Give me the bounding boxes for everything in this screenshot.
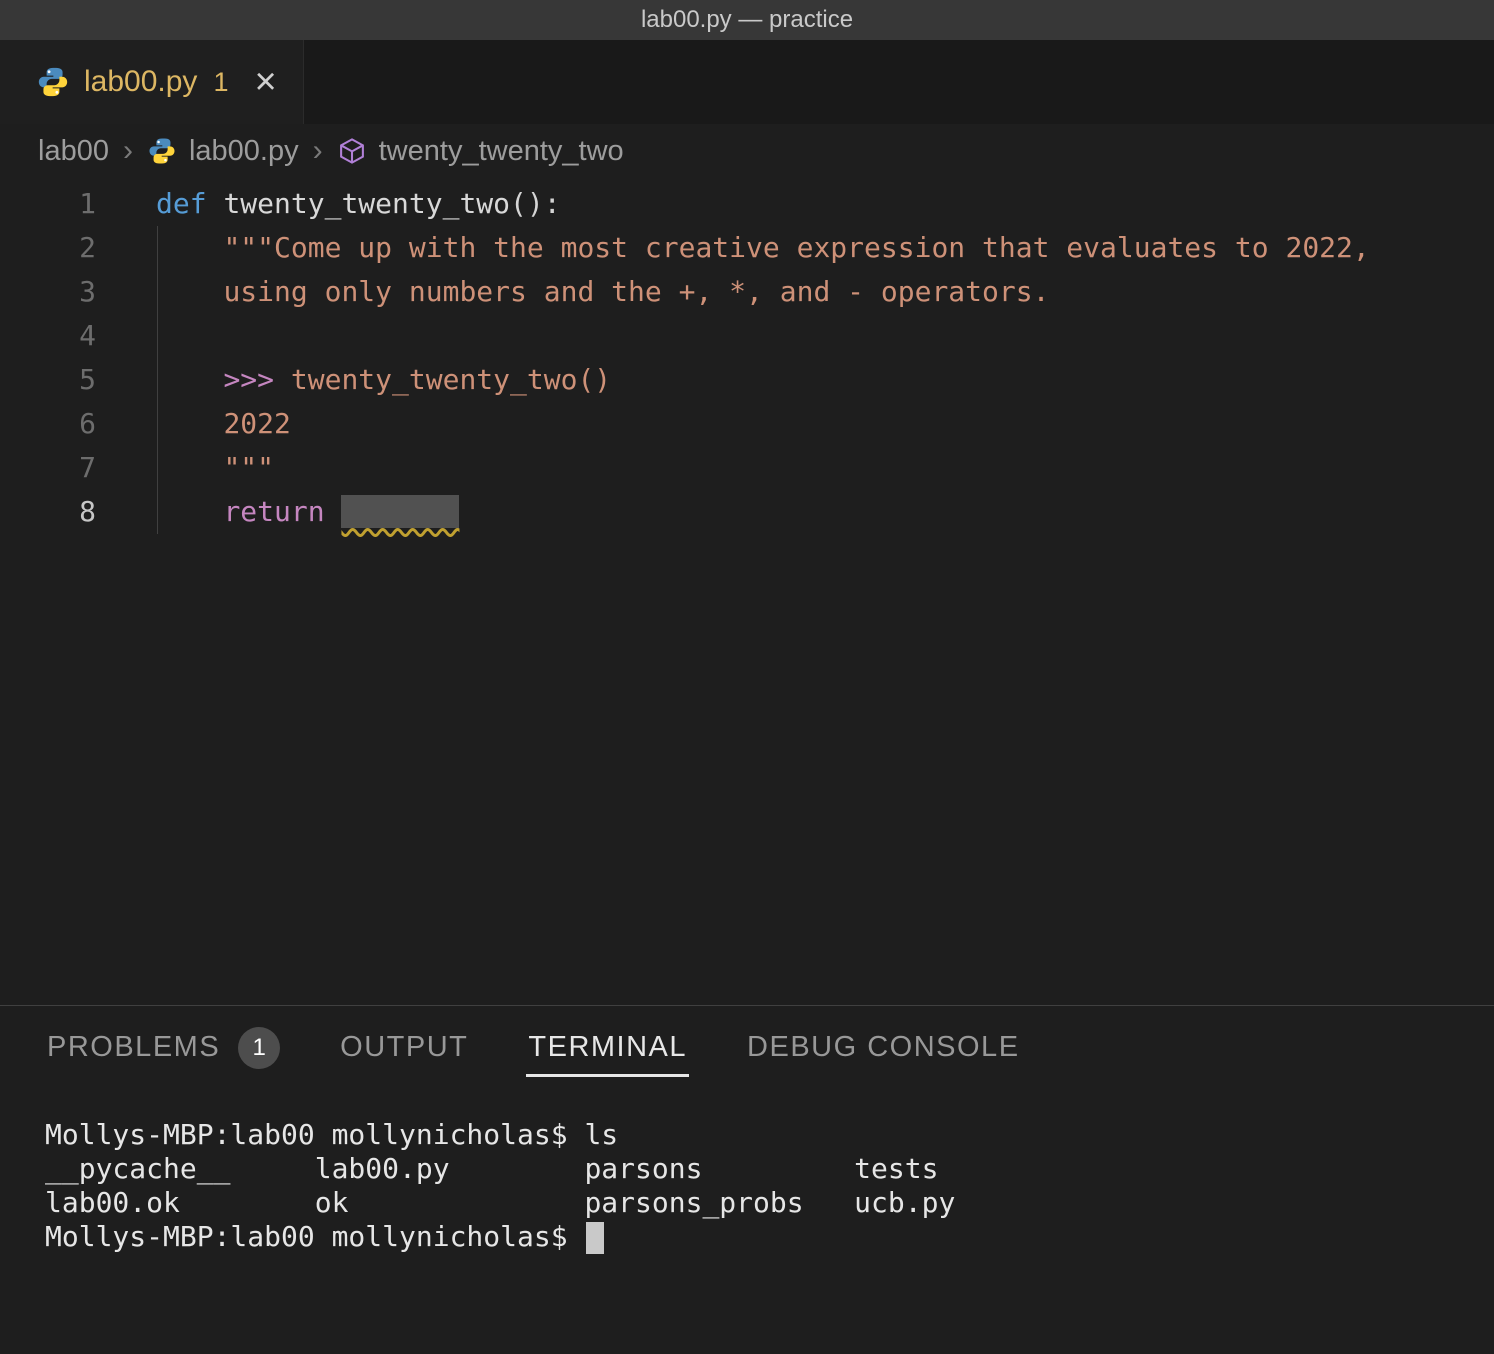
code-token: twenty_twenty_two() [291, 363, 611, 396]
code-line[interactable]: def twenty_twenty_two(): [156, 182, 1494, 226]
line-number: 5 [0, 358, 96, 402]
line-number: 3 [0, 270, 96, 314]
code-token [156, 407, 223, 440]
selection-placeholder [341, 495, 459, 528]
breadcrumb-folder[interactable]: lab00 [38, 135, 109, 168]
code-line[interactable]: >>> twenty_twenty_two() [156, 358, 1494, 402]
breadcrumb: lab00 › lab00.py › twenty_twenty_two [0, 124, 1494, 178]
terminal-line: Mollys-MBP:lab00 mollynicholas$ ls [45, 1118, 1494, 1152]
code-token [325, 495, 342, 528]
editor[interactable]: 12345678 def twenty_twenty_two(): """Com… [0, 178, 1494, 1005]
tab-lab00py[interactable]: lab00.py 1 × [0, 40, 304, 124]
titlebar: lab00.py — practice [0, 0, 1494, 40]
line-number: 6 [0, 402, 96, 446]
terminal-cursor [586, 1222, 604, 1254]
vscode-window: lab00.py — practice lab00.py 1 × lab00 › [0, 0, 1494, 1354]
line-number: 8 [0, 490, 96, 534]
code-token [156, 495, 223, 528]
code-line[interactable]: """ [156, 446, 1494, 490]
breadcrumb-symbol[interactable]: twenty_twenty_two [379, 135, 624, 168]
line-number-gutter[interactable]: 12345678 [0, 182, 96, 1005]
terminal-line: __pycache__ lab00.py parsons tests [45, 1152, 1494, 1186]
panel-tab-label: TERMINAL [528, 1031, 687, 1064]
line-number: 1 [0, 182, 96, 226]
bottom-panel: PROBLEMS 1 OUTPUT TERMINAL DEBUG CONSOLE Mol… [0, 1005, 1494, 1354]
code-token: return [223, 495, 324, 528]
panel-tab-label: OUTPUT [340, 1031, 468, 1064]
code-token [156, 275, 223, 308]
tab-filename: lab00.py [84, 65, 197, 99]
chevron-right-icon: › [121, 134, 135, 168]
line-number: 7 [0, 446, 96, 490]
close-icon[interactable]: × [254, 63, 276, 101]
code-line[interactable]: using only numbers and the +, *, and - o… [156, 270, 1494, 314]
code-token: """ [223, 451, 274, 484]
panel-tab-terminal[interactable]: TERMINAL [526, 1015, 689, 1077]
panel-tab-label: DEBUG CONSOLE [747, 1031, 1020, 1064]
code-line[interactable]: """Come up with the most creative expres… [156, 226, 1494, 270]
code-line[interactable]: 2022 [156, 402, 1494, 446]
code-line[interactable] [156, 314, 1494, 358]
tab-problems-badge: 1 [213, 67, 228, 98]
panel-tab-debug-console[interactable]: DEBUG CONSOLE [745, 1015, 1022, 1077]
problems-count-badge: 1 [238, 1027, 280, 1069]
window-title: lab00.py — practice [641, 6, 853, 34]
terminal-line: Mollys-MBP:lab00 mollynicholas$ [45, 1220, 1494, 1254]
indent-guide [157, 226, 158, 534]
code-token: twenty_twenty_two [223, 187, 510, 220]
code-token [156, 363, 223, 396]
terminal-output[interactable]: Mollys-MBP:lab00 mollynicholas$ ls__pyca… [45, 1118, 1494, 1254]
panel-tab-label: PROBLEMS [47, 1031, 220, 1064]
symbol-function-icon [337, 136, 367, 166]
code-token: using only numbers and the +, *, and - o… [223, 275, 1049, 308]
line-number: 4 [0, 314, 96, 358]
line-number: 2 [0, 226, 96, 270]
code-token: 2022 [223, 407, 290, 440]
code-token [207, 187, 224, 220]
chevron-right-icon: › [311, 134, 325, 168]
code-token: >>> [223, 363, 274, 396]
tab-bar: lab00.py 1 × [0, 40, 1494, 124]
code-line[interactable]: return [156, 490, 1494, 534]
code-token [274, 363, 291, 396]
code-token [156, 451, 223, 484]
panel-tab-bar: PROBLEMS 1 OUTPUT TERMINAL DEBUG CONSOLE [0, 1006, 1494, 1086]
panel-tab-problems[interactable]: PROBLEMS 1 [45, 1011, 282, 1082]
python-icon [36, 65, 70, 99]
panel-tab-output[interactable]: OUTPUT [338, 1015, 470, 1077]
code-token [156, 231, 223, 264]
code-area[interactable]: def twenty_twenty_two(): """Come up with… [96, 182, 1494, 1005]
code-token: (): [510, 187, 561, 220]
python-icon [147, 136, 177, 166]
terminal-line: lab00.ok ok parsons_probs ucb.py [45, 1186, 1494, 1220]
breadcrumb-file[interactable]: lab00.py [189, 135, 299, 168]
code-token: def [156, 187, 207, 220]
code-token: """Come up with the most creative expres… [223, 231, 1369, 264]
